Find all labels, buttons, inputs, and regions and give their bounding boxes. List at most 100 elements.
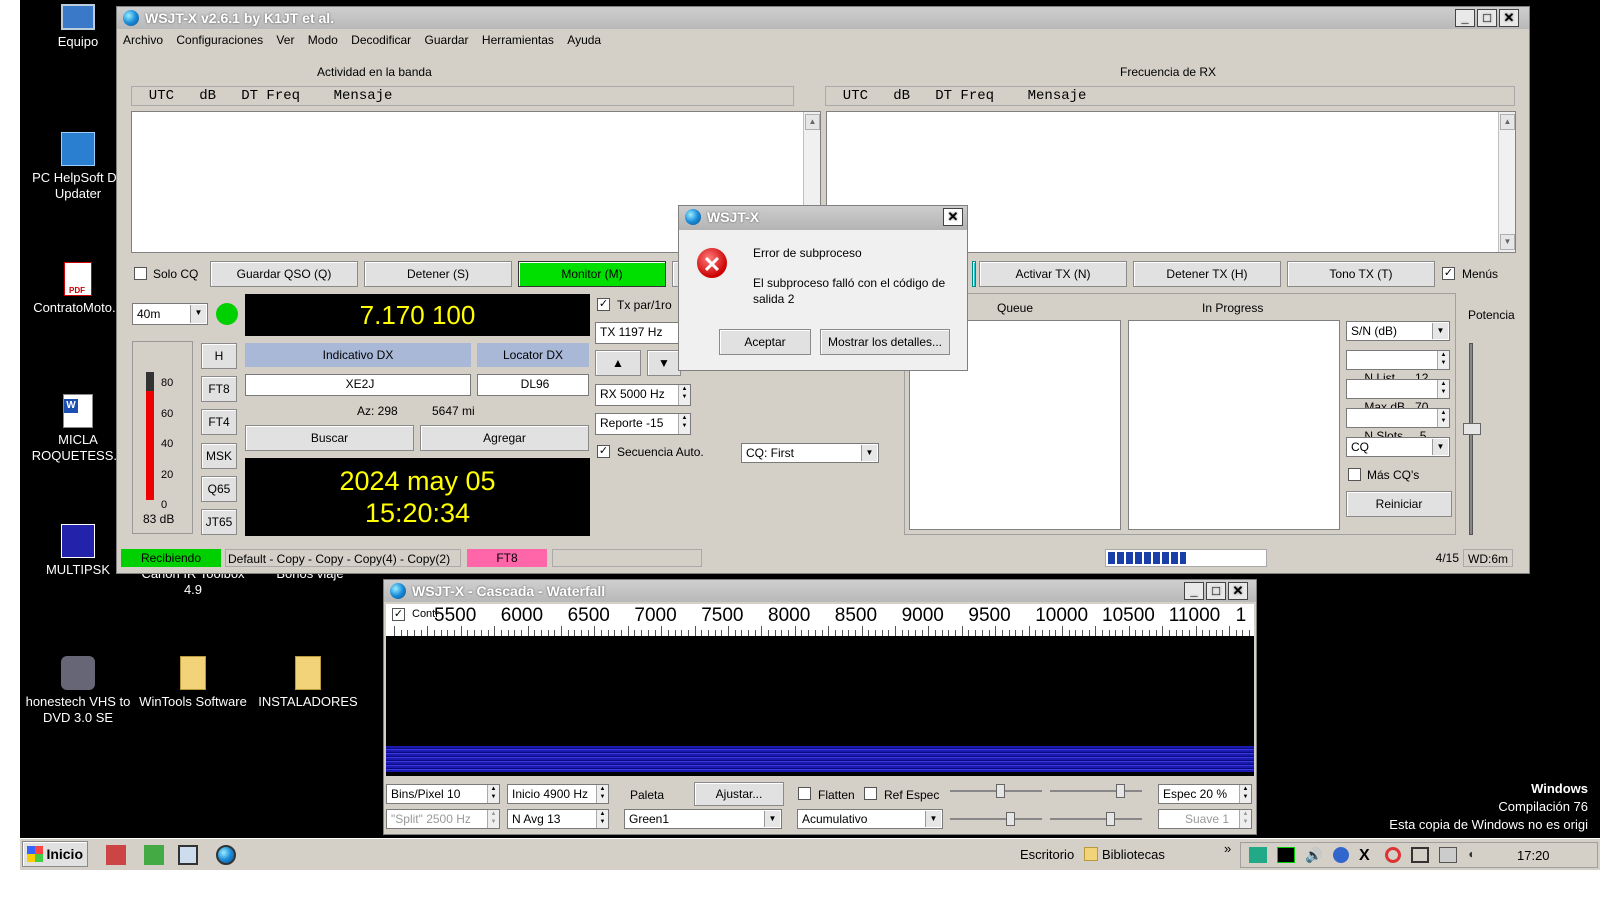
dialog-close-button[interactable]: ✕ xyxy=(943,208,963,226)
inicio-spinbox[interactable]: Inicio 4900 Hz ▲ ▼ xyxy=(507,784,609,804)
n-list-spinbox[interactable]: N List 12 ▲ ▼ xyxy=(1346,350,1450,385)
menu-configuraciones[interactable]: Configuraciones xyxy=(176,33,263,47)
halt-tx-button[interactable]: Detener TX (H) xyxy=(1133,261,1281,287)
start-button[interactable]: Inicio xyxy=(22,841,88,867)
tx-first-checkbox[interactable]: ✓ xyxy=(597,298,610,311)
freq-up-button[interactable]: ▲ xyxy=(595,350,641,376)
mas-cq-checkbox[interactable] xyxy=(1348,468,1361,481)
waterfall-titlebar[interactable]: WSJT-X - Cascada - Waterfall _ □ ✕ xyxy=(384,580,1256,602)
cq-select[interactable]: CQ ▼ xyxy=(1346,437,1450,457)
espec-spinbox[interactable]: Espec 20 % ▲ ▼ xyxy=(1158,784,1252,804)
scroll-up-icon[interactable]: ▲ xyxy=(1500,114,1515,130)
tray-x-icon[interactable]: X xyxy=(1359,847,1377,864)
scroll-up-icon[interactable]: ▲ xyxy=(805,114,820,130)
waterfall-display[interactable] xyxy=(386,636,1254,776)
tray-app-icon[interactable] xyxy=(1249,847,1267,863)
spinner-icon[interactable]: ▲ ▼ xyxy=(1437,409,1449,427)
max-db-spinbox[interactable]: Max dB 70 ▲ ▼ xyxy=(1346,379,1450,414)
spinner-icon[interactable]: ▲ ▼ xyxy=(1437,351,1449,369)
minimize-button[interactable]: _ xyxy=(1184,582,1204,600)
escritorio-toolbar[interactable]: Escritorio xyxy=(1020,847,1074,862)
dx-call-input[interactable]: XE2J xyxy=(245,374,471,396)
menu-modo[interactable]: Modo xyxy=(308,33,338,47)
slider-track[interactable] xyxy=(1050,790,1142,792)
search-button[interactable]: Buscar xyxy=(245,425,414,451)
ref-espec-checkbox[interactable] xyxy=(864,787,877,800)
main-window-titlebar[interactable]: WSJT-X v2.6.1 by K1JT et al. _ □ ✕ xyxy=(117,7,1529,29)
dialog-titlebar[interactable]: WSJT-X ✕ xyxy=(679,206,967,230)
freq-down-button[interactable]: ▼ xyxy=(647,350,681,376)
add-button[interactable]: Agregar xyxy=(420,425,589,451)
maximize-button[interactable]: □ xyxy=(1206,582,1226,600)
menu-herramientas[interactable]: Herramientas xyxy=(482,33,554,47)
spinner-icon[interactable]: ▲ ▼ xyxy=(1437,380,1449,398)
tray-shield-icon[interactable] xyxy=(1333,847,1349,863)
spinner-icon[interactable]: ▲ ▼ xyxy=(1239,810,1251,828)
in-progress-list[interactable] xyxy=(1128,320,1340,530)
mode-msk-button[interactable]: MSK xyxy=(201,443,237,469)
suave-spinbox[interactable]: Suave 1 ▲ ▼ xyxy=(1158,809,1252,829)
spectrum-type-select[interactable]: Acumulativo ▼ xyxy=(797,809,943,829)
quicklaunch-app-icon[interactable] xyxy=(144,845,164,865)
tray-monitor-icon[interactable] xyxy=(1277,847,1295,863)
spinner-icon[interactable]: ▲ ▼ xyxy=(596,785,608,803)
minimize-button[interactable]: _ xyxy=(1455,9,1475,27)
tray-lifebuoy-icon[interactable] xyxy=(1385,847,1401,863)
menu-ver[interactable]: Ver xyxy=(276,33,294,47)
slider-handle[interactable] xyxy=(1006,812,1015,826)
dx-locator-input[interactable]: DL96 xyxy=(477,374,589,396)
spinner-icon[interactable]: ▲ ▼ xyxy=(596,810,608,828)
spinner-icon[interactable]: ▲ ▼ xyxy=(678,385,690,405)
wsjtx-taskbar-icon[interactable] xyxy=(216,845,236,865)
desktop-icon-instaladores[interactable]: INSTALADORES xyxy=(253,656,363,710)
menu-archivo[interactable]: Archivo xyxy=(123,33,163,47)
slider-handle[interactable] xyxy=(1116,784,1125,798)
n-slots-spinbox[interactable]: N Slots 5 ▲ ▼ xyxy=(1346,408,1450,443)
flatten-checkbox[interactable] xyxy=(798,787,811,800)
solo-cq-checkbox[interactable] xyxy=(134,267,147,280)
scroll-down-icon[interactable]: ▼ xyxy=(1500,234,1515,250)
menu-decodificar[interactable]: Decodificar xyxy=(351,33,411,47)
reset-button[interactable]: Reiniciar xyxy=(1346,491,1452,517)
clock[interactable]: 17:20 xyxy=(1517,848,1550,863)
stop-button[interactable]: Detener (S) xyxy=(364,261,512,287)
slider-track[interactable] xyxy=(950,818,1042,820)
monitor-button[interactable]: Monitor (M) xyxy=(518,261,666,287)
rx-frequency-scrollbar[interactable]: ▲ ▼ xyxy=(1498,112,1515,252)
erase-button[interactable] xyxy=(972,261,976,287)
tray-speaker-icon[interactable]: ◖ xyxy=(1467,847,1481,863)
cq-first-select[interactable]: CQ: First ▼ xyxy=(741,443,879,463)
volume-icon[interactable]: 🔊 xyxy=(1305,847,1323,863)
close-button[interactable]: ✕ xyxy=(1499,9,1519,27)
tune-button[interactable]: Tono TX (T) xyxy=(1287,261,1435,287)
bibliotecas-toolbar[interactable]: Bibliotecas xyxy=(1102,847,1165,862)
enable-tx-button[interactable]: Activar TX (N) xyxy=(979,261,1127,287)
mode-ft4-button[interactable]: FT4 xyxy=(201,409,237,435)
auto-seq-checkbox[interactable]: ✓ xyxy=(597,445,610,458)
spinner-icon[interactable]: ▲ ▼ xyxy=(678,414,690,434)
tx-frequency-spinbox[interactable]: TX 1197 Hz xyxy=(595,322,679,344)
menu-ayuda[interactable]: Ayuda xyxy=(567,33,601,47)
quicklaunch-network-icon[interactable] xyxy=(178,845,198,865)
ok-button[interactable]: Aceptar xyxy=(719,329,811,355)
mode-jt65-button[interactable]: JT65 xyxy=(201,509,237,535)
split-spinbox[interactable]: "Split" 2500 Hz ▲ ▼ xyxy=(386,809,500,829)
slider-handle[interactable] xyxy=(996,784,1005,798)
slider-track[interactable] xyxy=(1050,818,1142,820)
palette-select[interactable]: Green1 ▼ xyxy=(624,809,782,829)
menu-guardar[interactable]: Guardar xyxy=(425,33,469,47)
maximize-button[interactable]: □ xyxy=(1477,9,1497,27)
show-details-button[interactable]: Mostrar los detalles... xyxy=(820,329,950,355)
bins-pixel-spinbox[interactable]: Bins/Pixel 10 ▲ ▼ xyxy=(386,784,500,804)
save-qso-button[interactable]: Guardar QSO (Q) xyxy=(210,261,358,287)
control-checkbox[interactable]: ✓ xyxy=(392,608,405,621)
mode-q65-button[interactable]: Q65 xyxy=(201,476,237,502)
slider-handle[interactable] xyxy=(1106,812,1115,826)
power-slider-handle[interactable] xyxy=(1463,423,1481,435)
navg-spinbox[interactable]: N Avg 13 ▲ ▼ xyxy=(507,809,609,829)
band-select[interactable]: 40m ▼ xyxy=(132,303,208,325)
chevron-right-icon[interactable]: » xyxy=(1224,841,1231,856)
desktop-icon-wintools[interactable]: WinTools Software xyxy=(138,656,248,710)
mode-ft8-button[interactable]: FT8 xyxy=(201,376,237,402)
spinner-icon[interactable]: ▲ ▼ xyxy=(487,810,499,828)
